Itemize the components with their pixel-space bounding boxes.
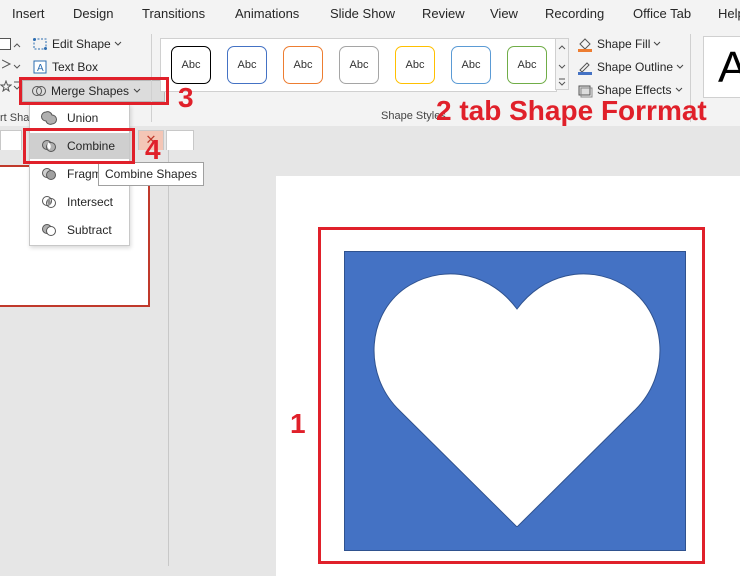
- chevron-down-icon: [654, 41, 661, 46]
- menu-item-intersect[interactable]: Intersect: [30, 189, 129, 215]
- chevron-down-icon: [676, 64, 684, 69]
- menu-bar: Insert Design Transitions Animations Sli…: [0, 0, 740, 30]
- fragment-icon: [42, 168, 56, 180]
- style-sample-text: Abc: [405, 59, 425, 71]
- style-swatch-blue[interactable]: Abc: [227, 46, 267, 84]
- annotation-step-2: 2 tab Shape Forrmat: [436, 95, 707, 126]
- style-sample-text: Abc: [349, 59, 369, 71]
- edit-shape-button[interactable]: Edit Shape: [33, 34, 126, 54]
- menu-item-subtract[interactable]: Subtract: [30, 217, 129, 243]
- style-swatch-green[interactable]: Abc: [507, 46, 547, 84]
- text-box-icon: A: [33, 60, 47, 74]
- tab-recording[interactable]: Recording: [545, 6, 604, 21]
- annotation-step-3: 3: [178, 82, 194, 113]
- annotation-step-1: 1: [290, 408, 306, 439]
- shape-outline-label: Shape Outline: [597, 60, 674, 74]
- style-swatch-gold[interactable]: Abc: [395, 46, 435, 84]
- intersect-icon: [42, 196, 56, 208]
- shape-gallery-item[interactable]: [0, 38, 11, 50]
- tab-animations[interactable]: Animations: [235, 6, 299, 21]
- pen-outline-icon: [578, 61, 592, 75]
- document-tab[interactable]: [0, 130, 22, 151]
- styles-scroll-arrows-icon: [558, 45, 566, 86]
- style-swatch-black[interactable]: Abc: [171, 46, 211, 84]
- insert-shapes-group-label: rt Sha: [0, 112, 30, 124]
- text-box-label: Text Box: [52, 60, 99, 74]
- style-sample-text: Abc: [293, 59, 313, 71]
- annotation-box-merge-shapes: [19, 77, 169, 105]
- union-icon: [41, 111, 57, 125]
- shape-outline-button[interactable]: Shape Outline: [577, 57, 688, 77]
- fragment-label: Fragm: [67, 167, 102, 181]
- tab-view[interactable]: View: [490, 6, 518, 21]
- style-sample-text: Abc: [181, 59, 201, 71]
- svg-text:A: A: [37, 63, 44, 74]
- tab-office-tab[interactable]: Office Tab: [633, 6, 691, 21]
- styles-scrollbar[interactable]: [555, 38, 569, 90]
- subtract-label: Subtract: [67, 223, 112, 237]
- tab-slide-show[interactable]: Slide Show: [330, 6, 395, 21]
- annotation-box-combine: [23, 128, 135, 164]
- wordart-style-sample[interactable]: A: [703, 36, 740, 98]
- chevron-down-icon: [675, 87, 682, 92]
- style-swatch-lightblue[interactable]: Abc: [451, 46, 491, 84]
- text-box-button[interactable]: A Text Box: [33, 57, 98, 77]
- shape-gallery-triangle[interactable]: [1, 58, 12, 73]
- tab-transitions[interactable]: Transitions: [142, 6, 205, 21]
- tab-insert[interactable]: Insert: [12, 6, 45, 21]
- paint-bucket-icon: [578, 37, 592, 52]
- style-sample-text: Abc: [517, 59, 537, 71]
- tab-help[interactable]: Help: [718, 6, 740, 21]
- gallery-scroll-down[interactable]: [13, 60, 21, 74]
- shape-fill-label: Shape Fill: [597, 37, 651, 51]
- style-swatch-orange[interactable]: Abc: [283, 46, 323, 84]
- intersect-label: Intersect: [67, 195, 114, 209]
- tab-review[interactable]: Review: [422, 6, 465, 21]
- style-sample-text: Abc: [461, 59, 481, 71]
- annotation-step-4: 4: [145, 134, 161, 165]
- style-swatch-gray[interactable]: Abc: [339, 46, 379, 84]
- edit-shape-icon: [33, 38, 47, 50]
- gallery-scroll-up[interactable]: [13, 40, 21, 54]
- subtract-icon: [42, 224, 56, 236]
- union-label: Union: [67, 111, 99, 125]
- shape-gallery-star[interactable]: [0, 79, 13, 95]
- shape-fill-button[interactable]: Shape Fill: [577, 34, 665, 54]
- new-document-tab[interactable]: [166, 130, 194, 150]
- chevron-down-icon: [114, 41, 122, 46]
- edit-shape-label: Edit Shape: [52, 37, 111, 51]
- pane-divider: [168, 150, 169, 566]
- annotation-box-shapes: [318, 227, 705, 564]
- style-sample-text: Abc: [237, 59, 257, 71]
- tab-design[interactable]: Design: [73, 6, 113, 21]
